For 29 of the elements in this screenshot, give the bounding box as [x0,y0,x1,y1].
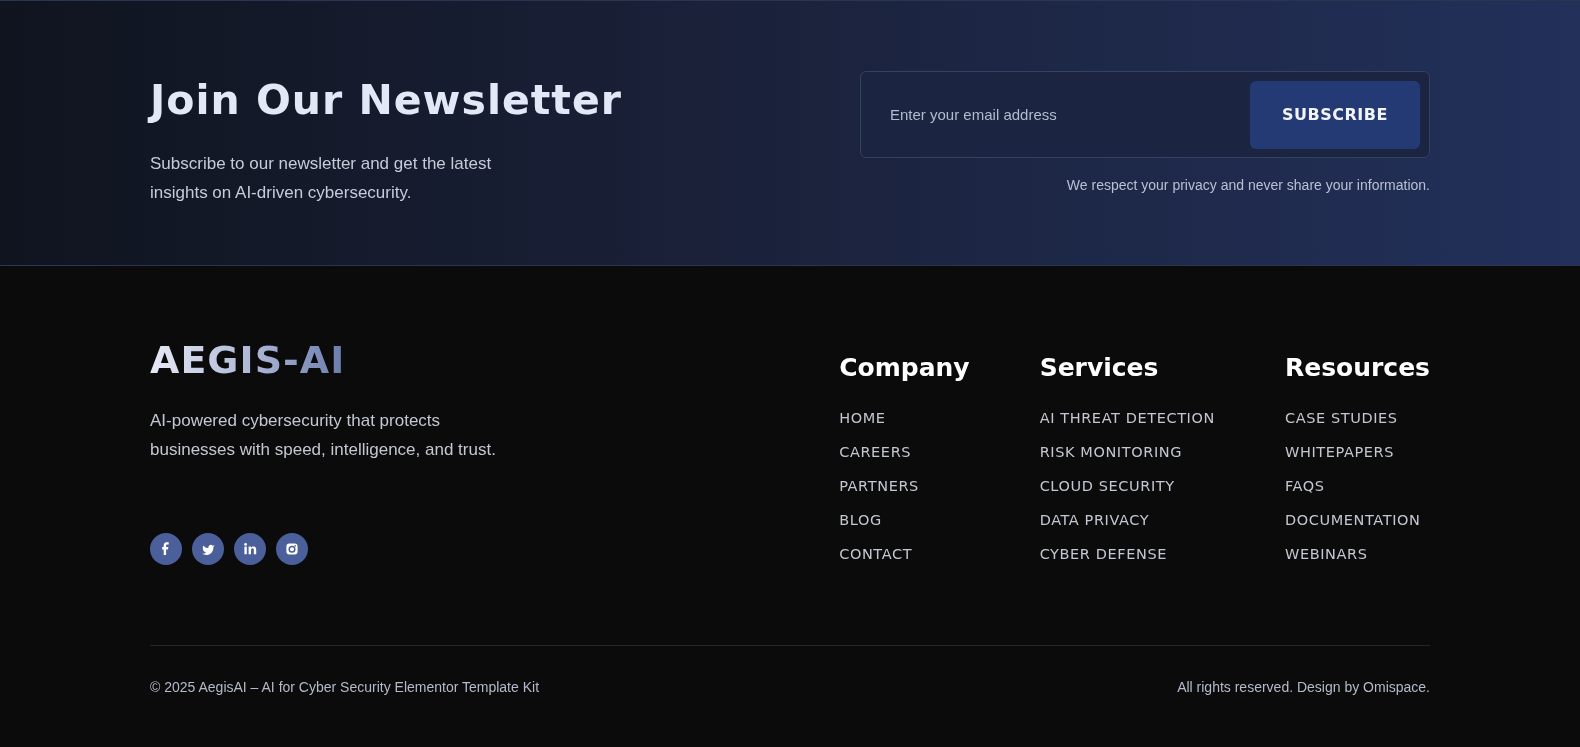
footer-link[interactable]: CONTACT [839,546,913,562]
footer-link[interactable]: RISK MONITORING [1039,444,1183,460]
footer-link[interactable]: WEBINARS [1284,546,1368,562]
footer-link[interactable]: BLOG [839,512,882,528]
privacy-note: We respect your privacy and never share your information. [1065,177,1430,193]
footer-link[interactable]: CAREERS [839,444,912,460]
footer-link[interactable]: PARTNERS [839,478,919,494]
footer-link[interactable]: DOCUMENTATION [1284,512,1421,528]
footer-link[interactable]: AI THREAT DETECTION [1039,410,1215,426]
brand-tagline: AI-powered cybersecurity that protects businesses with speed, intelligence, and trust. [150,410,497,461]
twitter-icon[interactable] [192,533,224,565]
footer-link[interactable]: HOME [839,410,886,426]
footer-link[interactable]: CASE STUDIES [1284,410,1398,426]
footer-link[interactable]: DATA PRIVACY [1039,512,1150,528]
footer-link[interactable]: CLOUD SECURITY [1039,478,1175,494]
linkedin-icon[interactable] [234,533,266,565]
instagram-icon[interactable] [276,533,308,565]
subscribe-button[interactable]: SUBSCRIBE [1250,80,1420,149]
column-heading: Resources [1284,352,1430,384]
newsletter-description: Subscribe to our newsletter and get the latest insights on AI-driven cybersecurity. [150,153,493,204]
footer-link[interactable]: FAQS [1284,478,1325,494]
copyright-text: © 2025 AegisAI – AI for Cyber Security Elementor Template Kit [150,678,540,695]
email-field[interactable]: Enter your email address [870,106,1250,123]
facebook-icon[interactable] [150,533,182,565]
column-heading: Company [839,352,970,384]
footer-link[interactable]: CYBER DEFENSE [1039,546,1167,562]
footer-link[interactable]: WHITEPAPERS [1284,444,1394,460]
column-heading: Services [1039,352,1160,384]
credit-text: All rights reserved. Design by Omispace. [1177,678,1430,695]
